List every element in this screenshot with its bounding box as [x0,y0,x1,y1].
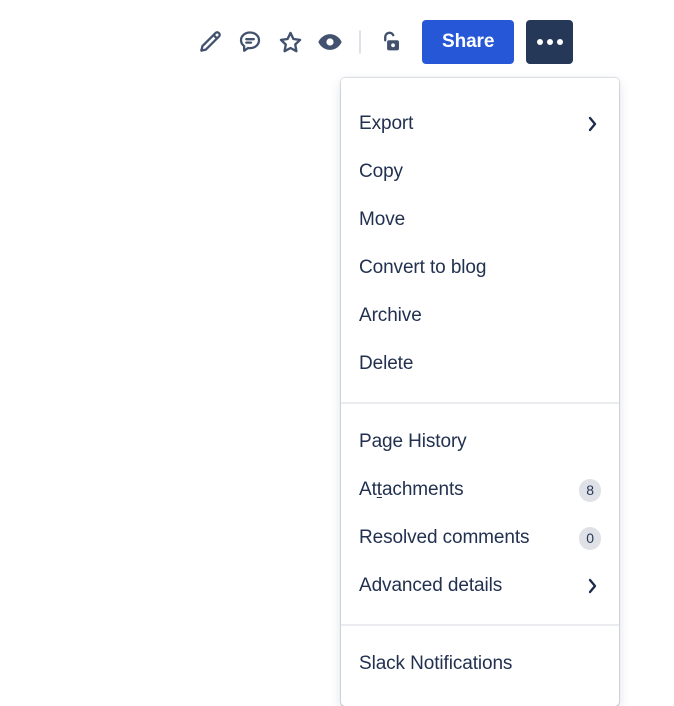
more-actions-menu: Export Copy Move Convert to blog Archive… [341,78,619,706]
edit-pencil-icon [197,29,223,55]
menu-item-label: Move [359,209,405,231]
share-button[interactable]: Share [422,20,514,64]
watch-button[interactable] [310,22,350,62]
star-icon [277,29,304,56]
menu-item-label: Attachments [359,479,464,501]
menu-section-integrations: Slack Notifications [341,626,619,706]
menu-item-label: Advanced details [359,575,502,597]
unlock-icon [377,29,403,55]
menu-item-label: Export [359,113,413,135]
chevron-right-icon [585,578,601,594]
menu-item-resolved-comments[interactable]: Resolved comments 0 [341,514,619,562]
more-dot-icon [557,39,563,45]
menu-item-label: Copy [359,161,403,183]
menu-item-label: Delete [359,353,413,375]
comments-button[interactable] [230,22,270,62]
menu-section-page-info: Page History Attachments 8 Resolved comm… [341,404,619,624]
menu-item-label: Page History [359,431,467,453]
edit-pencil-button[interactable] [190,22,230,62]
more-dot-icon [537,39,543,45]
menu-item-advanced-details[interactable]: Advanced details [341,562,619,610]
menu-item-label: Archive [359,305,422,327]
comment-icon [237,29,263,55]
menu-item-copy[interactable]: Copy [341,148,619,196]
resolved-comments-count-badge: 0 [579,527,601,550]
menu-item-export[interactable]: Export [341,100,619,148]
more-actions-button[interactable] [526,20,573,64]
menu-item-label: Slack Notifications [359,653,512,675]
menu-item-label: Resolved comments [359,527,529,549]
menu-item-archive[interactable]: Archive [341,292,619,340]
menu-item-move[interactable]: Move [341,196,619,244]
menu-item-attachments[interactable]: Attachments 8 [341,466,619,514]
more-dot-icon [547,39,553,45]
menu-item-delete[interactable]: Delete [341,340,619,388]
toolbar-divider [359,30,361,54]
menu-item-slack-notifications[interactable]: Slack Notifications [341,640,619,688]
access-key-underline: t [377,479,382,500]
menu-item-label: Convert to blog [359,257,486,279]
restrictions-button[interactable] [370,22,410,62]
watch-eye-icon [316,28,344,56]
menu-item-page-history[interactable]: Page History [341,418,619,466]
save-for-later-button[interactable] [270,22,310,62]
menu-item-convert-to-blog[interactable]: Convert to blog [341,244,619,292]
chevron-right-icon [585,116,601,132]
attachments-count-badge: 8 [579,479,601,502]
page-toolbar: Share [190,18,573,66]
menu-section-page-actions: Export Copy Move Convert to blog Archive… [341,86,619,402]
